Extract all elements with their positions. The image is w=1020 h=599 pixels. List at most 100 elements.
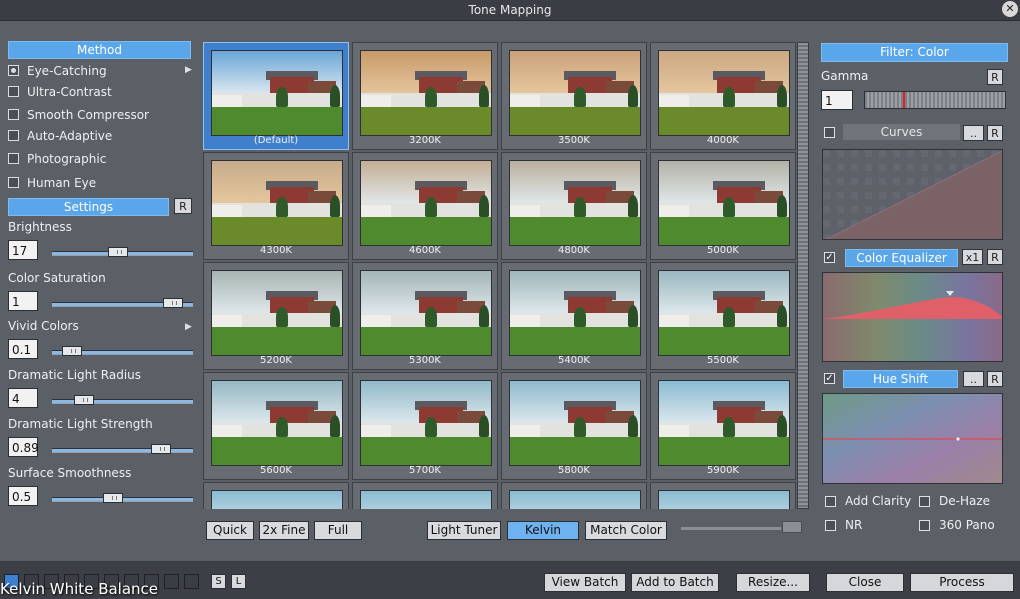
de-haze-checkbox[interactable] bbox=[919, 496, 930, 507]
preset-thumbnail[interactable]: 3200K bbox=[352, 42, 498, 150]
preset-slot[interactable] bbox=[164, 574, 179, 589]
method-item[interactable]: Auto-Adaptive bbox=[8, 127, 112, 145]
preset-thumbnail[interactable]: 5200K bbox=[203, 262, 349, 370]
preset-thumbnail[interactable]: 5300K bbox=[352, 262, 498, 370]
curves-graph[interactable] bbox=[822, 149, 1003, 240]
radio-icon[interactable] bbox=[8, 86, 19, 97]
param-value-input[interactable]: 0.5 bbox=[8, 486, 38, 506]
hue-shift-graph[interactable] bbox=[822, 393, 1003, 484]
preset-thumbnail[interactable]: 4300K bbox=[203, 152, 349, 260]
full-button[interactable]: Full bbox=[314, 521, 362, 540]
method-item[interactable]: Human Eye bbox=[8, 174, 96, 192]
resize-button[interactable]: Resize... bbox=[736, 573, 810, 592]
param-value-input[interactable]: 17 bbox=[8, 240, 38, 260]
param-slider[interactable] bbox=[52, 493, 193, 503]
match-color-button[interactable]: Match Color bbox=[585, 521, 667, 540]
preview-size-slider[interactable] bbox=[681, 527, 781, 530]
param-slider[interactable] bbox=[52, 395, 193, 405]
2x-fine-button[interactable]: 2x Fine bbox=[259, 521, 309, 540]
param-slider[interactable] bbox=[52, 346, 193, 356]
preset-thumbnail[interactable] bbox=[501, 482, 647, 509]
save-preset-button[interactable]: S bbox=[211, 574, 226, 589]
curves-checkbox[interactable] bbox=[824, 127, 835, 138]
preset-thumbnail[interactable]: 5400K bbox=[501, 262, 647, 370]
param-value-input[interactable]: 0.1 bbox=[8, 339, 38, 359]
view-batch-button[interactable]: View Batch bbox=[544, 573, 626, 592]
preset-thumbnail[interactable]: 4800K bbox=[501, 152, 647, 260]
param-slider-thumb[interactable] bbox=[62, 346, 82, 356]
color-equalizer-reset-button[interactable]: R bbox=[987, 249, 1003, 265]
close-window-icon[interactable]: ✕ bbox=[1002, 1, 1018, 17]
preview-size-slider-thumb[interactable] bbox=[782, 521, 802, 533]
preset-preview-image bbox=[658, 50, 790, 136]
param-slider-thumb[interactable] bbox=[108, 247, 128, 257]
load-preset-button[interactable]: L bbox=[231, 574, 246, 589]
quick-button[interactable]: Quick bbox=[206, 521, 254, 540]
radio-icon[interactable] bbox=[8, 130, 19, 141]
color-equalizer-checkbox[interactable]: ✓ bbox=[824, 252, 835, 263]
grid-scrollbar[interactable] bbox=[797, 42, 809, 509]
process-button[interactable]: Process bbox=[910, 573, 1014, 592]
preset-thumbnail[interactable]: 5000K bbox=[650, 152, 796, 260]
method-item[interactable]: Smooth Compressor bbox=[8, 106, 149, 124]
preset-thumbnail[interactable] bbox=[650, 482, 796, 509]
gamma-reset-button[interactable]: R bbox=[987, 69, 1003, 85]
window-title: Tone Mapping bbox=[468, 3, 552, 17]
param-value-input[interactable]: 4 bbox=[8, 388, 38, 408]
param-slider[interactable] bbox=[52, 247, 193, 257]
param-slider[interactable] bbox=[52, 298, 193, 308]
add-to-batch-button[interactable]: Add to Batch bbox=[631, 573, 719, 592]
method-item[interactable]: Eye-Catching bbox=[8, 62, 107, 80]
param-slider[interactable] bbox=[52, 444, 193, 454]
color-equalizer-x1-button[interactable]: x1 bbox=[962, 249, 983, 265]
preset-thumbnail[interactable]: 5600K bbox=[203, 372, 349, 480]
radio-icon[interactable] bbox=[8, 153, 19, 164]
preset-thumbnail[interactable]: (Default) bbox=[203, 42, 349, 150]
preset-thumbnail[interactable]: 4000K bbox=[650, 42, 796, 150]
light-tuner-button[interactable]: Light Tuner bbox=[427, 521, 501, 540]
preset-thumbnail[interactable]: 5900K bbox=[650, 372, 796, 480]
submenu-arrow-icon[interactable]: ▶ bbox=[185, 322, 192, 332]
close-button[interactable]: Close bbox=[826, 573, 904, 592]
param-slider-thumb[interactable] bbox=[151, 444, 171, 454]
gamma-input[interactable]: 1 bbox=[821, 90, 853, 110]
color-equalizer-header: Color Equalizer bbox=[845, 249, 958, 267]
preset-thumbnail[interactable]: 5800K bbox=[501, 372, 647, 480]
hue-shift-point[interactable] bbox=[956, 437, 960, 441]
preset-preview-image bbox=[211, 160, 343, 246]
preset-thumbnail[interactable]: 5700K bbox=[352, 372, 498, 480]
method-item[interactable]: Ultra-Contrast bbox=[8, 83, 112, 101]
thumbnail-grid: (Default) 3200K 3500K 4000K 4300K 4600K 4800K 5… bbox=[203, 42, 798, 509]
nr-checkbox[interactable] bbox=[825, 520, 836, 531]
method-item[interactable]: Photographic bbox=[8, 150, 106, 168]
preset-thumbnail[interactable]: 4600K bbox=[352, 152, 498, 260]
param-value-input[interactable]: 1 bbox=[8, 291, 38, 311]
radio-icon[interactable] bbox=[8, 109, 19, 120]
radio-icon[interactable] bbox=[8, 177, 19, 188]
add-clarity-checkbox[interactable] bbox=[825, 496, 836, 507]
preset-preview-image bbox=[509, 490, 641, 509]
preset-thumbnail[interactable] bbox=[203, 482, 349, 509]
gamma-slider[interactable] bbox=[864, 91, 1006, 109]
param-value-input[interactable]: 0.89 bbox=[8, 437, 39, 457]
kelvin-button[interactable]: Kelvin bbox=[507, 521, 579, 540]
preset-slot[interactable] bbox=[184, 574, 199, 589]
curves-options-button[interactable]: .. bbox=[963, 125, 984, 141]
filter-color-header[interactable]: Filter: Color bbox=[821, 43, 1008, 62]
hue-shift-reset-button[interactable]: R bbox=[987, 371, 1003, 387]
curves-reset-button[interactable]: R bbox=[987, 125, 1003, 141]
submenu-arrow-icon[interactable]: ▶ bbox=[185, 65, 192, 75]
preset-thumbnail[interactable] bbox=[352, 482, 498, 509]
hue-shift-checkbox[interactable]: ✓ bbox=[824, 373, 835, 384]
param-slider-thumb[interactable] bbox=[103, 493, 123, 503]
param-slider-thumb[interactable] bbox=[74, 395, 94, 405]
param-slider-thumb[interactable] bbox=[163, 298, 183, 308]
hue-shift-options-button[interactable]: .. bbox=[963, 371, 984, 387]
360-pano-checkbox[interactable] bbox=[919, 520, 930, 531]
color-equalizer-graph[interactable] bbox=[822, 272, 1003, 362]
preset-thumbnail[interactable]: 3500K bbox=[501, 42, 647, 150]
radio-icon[interactable] bbox=[8, 65, 19, 76]
settings-reset-button[interactable]: R bbox=[174, 198, 192, 214]
preset-thumbnail[interactable]: 5500K bbox=[650, 262, 796, 370]
preset-label: 5400K bbox=[557, 355, 590, 366]
